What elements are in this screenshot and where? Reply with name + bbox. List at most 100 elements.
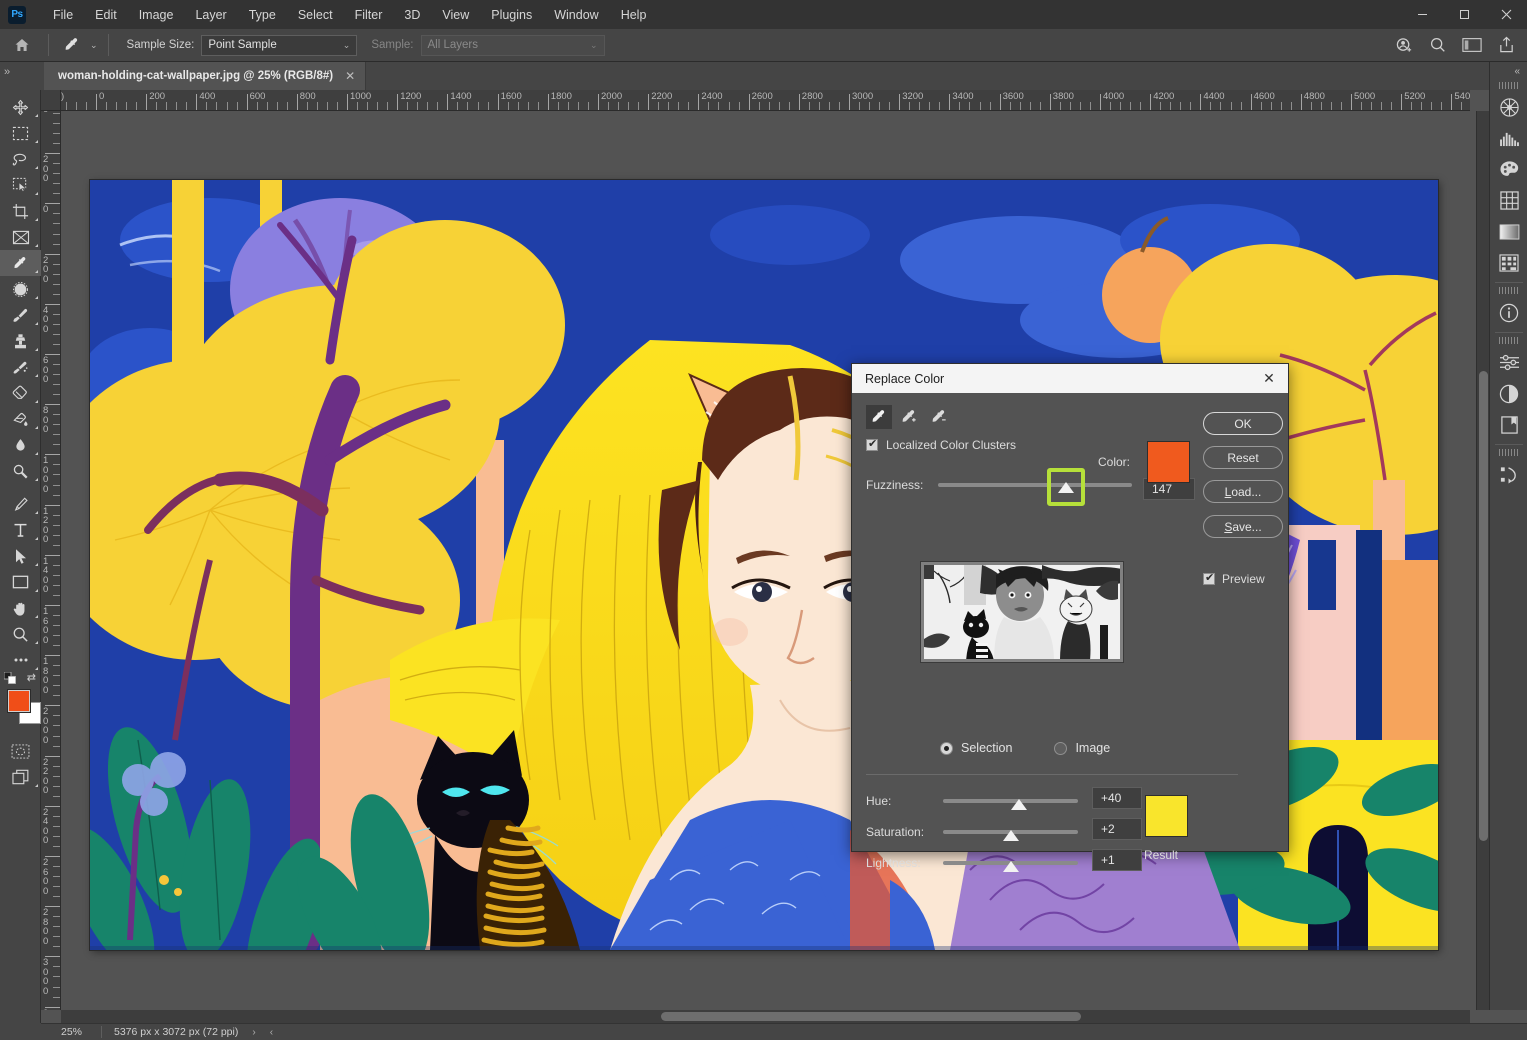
gradients-icon[interactable]	[1490, 216, 1527, 247]
histogram-icon[interactable]	[1490, 123, 1527, 154]
crop-tool[interactable]	[0, 198, 41, 224]
share-user-icon[interactable]	[1389, 32, 1419, 58]
eyedropper-sample-icon[interactable]	[866, 405, 892, 429]
scrollbar-thumb[interactable]	[1479, 371, 1488, 841]
menu-view[interactable]: View	[431, 4, 480, 26]
search-icon[interactable]	[1423, 32, 1453, 58]
eraser-tool[interactable]	[0, 380, 41, 406]
eyedropper-tool[interactable]	[0, 250, 41, 276]
menu-type[interactable]: Type	[238, 4, 287, 26]
status-expand-arrow[interactable]: ›	[238, 1027, 255, 1038]
eyedropper-subtract-icon[interactable]	[926, 405, 952, 429]
type-tool[interactable]	[0, 517, 41, 543]
expand-panels-icon[interactable]: »	[4, 66, 10, 78]
eyedropper-add-icon[interactable]	[896, 405, 922, 429]
sample-select[interactable]: All Layers ⌄	[420, 34, 605, 56]
menu-plugins[interactable]: Plugins	[480, 4, 543, 26]
load-button[interactable]: LLoad...oad...	[1203, 480, 1283, 503]
menu-layer[interactable]: Layer	[184, 4, 237, 26]
panel-grip[interactable]	[1498, 449, 1519, 456]
edit-toolbar-tool[interactable]	[0, 647, 41, 673]
scrollbar-thumb[interactable]	[661, 1012, 1081, 1021]
close-icon[interactable]: ✕	[1256, 367, 1282, 391]
zoom-tool[interactable]	[0, 621, 41, 647]
document-tab[interactable]: woman-holding-cat-wallpaper.jpg @ 25% (R…	[44, 62, 367, 90]
horizontal-scrollbar[interactable]	[61, 1010, 1470, 1023]
selection-preview-thumbnail[interactable]	[920, 561, 1124, 663]
collapse-dock-icon[interactable]: «	[1490, 62, 1527, 80]
saturation-slider-thumb[interactable]	[1002, 830, 1019, 841]
path-selection-tool[interactable]	[0, 543, 41, 569]
rectangle-tool[interactable]	[0, 569, 41, 595]
chevron-down-icon[interactable]: ⌄	[90, 40, 98, 51]
preview-row[interactable]: Preview	[1203, 571, 1265, 586]
menu-filter[interactable]: Filter	[344, 4, 394, 26]
replace-color-dialog[interactable]: Replace Color ✕ Localized Color Clusters	[851, 363, 1289, 872]
radio-image[interactable]: Image	[1054, 741, 1110, 755]
color-swatch[interactable]	[1147, 441, 1190, 483]
close-button[interactable]	[1485, 0, 1527, 29]
preview-checkbox[interactable]	[1203, 571, 1215, 585]
history-brush-tool[interactable]	[0, 354, 41, 380]
radio-selection-dot[interactable]	[940, 741, 953, 755]
libraries-icon[interactable]	[1490, 409, 1527, 440]
screen-mode-icon[interactable]	[0, 764, 41, 790]
lasso-tool[interactable]	[0, 146, 41, 172]
menu-window[interactable]: Window	[543, 4, 609, 26]
lightness-value-field[interactable]: +1	[1092, 849, 1142, 871]
grid-pattern-icon[interactable]	[1490, 185, 1527, 216]
object-selection-tool[interactable]	[0, 172, 41, 198]
workspace-icon[interactable]	[1457, 32, 1487, 58]
blur-tool[interactable]	[0, 432, 41, 458]
color-wheel-icon[interactable]	[1490, 92, 1527, 123]
rectangular-marquee-tool[interactable]	[0, 120, 41, 146]
dodge-tool[interactable]	[0, 458, 41, 484]
quick-mask-icon[interactable]	[0, 738, 41, 764]
localized-color-clusters-checkbox[interactable]	[866, 437, 878, 451]
info-icon[interactable]	[1490, 297, 1527, 328]
move-tool[interactable]	[0, 94, 41, 120]
save-button[interactable]: SSave...ave...	[1203, 515, 1283, 538]
hue-slider-thumb[interactable]	[1010, 799, 1027, 810]
adjustments-icon[interactable]	[1490, 347, 1527, 378]
horizontal-ruler[interactable]: 0 200 400 600 800 1000 1200 1400 1600 1800 2000 220…	[61, 90, 1470, 111]
localized-color-clusters-row[interactable]: Localized Color Clusters	[866, 437, 1016, 452]
lightness-slider-thumb[interactable]	[1002, 861, 1019, 872]
minimize-button[interactable]	[1401, 0, 1443, 29]
default-colors-icon[interactable]	[4, 672, 16, 684]
ok-button[interactable]: OK	[1203, 412, 1283, 435]
swatches-palette-icon[interactable]	[1490, 154, 1527, 185]
zoom-level[interactable]: 25%	[41, 1026, 101, 1038]
radio-image-dot[interactable]	[1054, 741, 1068, 755]
menu-help[interactable]: Help	[610, 4, 658, 26]
reset-button[interactable]: Reset	[1203, 446, 1283, 469]
foreground-color-swatch[interactable]	[7, 689, 31, 713]
vertical-scrollbar[interactable]	[1476, 111, 1489, 1010]
frame-tool[interactable]	[0, 224, 41, 250]
status-collapse-arrow[interactable]: ‹	[256, 1027, 273, 1038]
active-tool-preset[interactable]: ⌄	[53, 32, 104, 58]
menu-3d[interactable]: 3D	[393, 4, 431, 26]
menu-select[interactable]: Select	[287, 4, 344, 26]
maximize-button[interactable]	[1443, 0, 1485, 29]
radio-selection[interactable]: Selection	[940, 741, 1012, 755]
swap-colors-icon[interactable]: ⇄	[27, 671, 36, 684]
home-icon[interactable]	[0, 29, 44, 62]
hand-tool[interactable]	[0, 595, 41, 621]
hue-value-field[interactable]: +40	[1092, 787, 1142, 809]
gradient-tool[interactable]	[0, 406, 41, 432]
menu-image[interactable]: Image	[128, 4, 185, 26]
clone-stamp-tool[interactable]	[0, 328, 41, 354]
close-icon[interactable]: ✕	[345, 69, 355, 83]
export-icon[interactable]	[1491, 32, 1521, 58]
contrast-halfmoon-icon[interactable]	[1490, 378, 1527, 409]
panel-grip[interactable]	[1498, 337, 1519, 344]
brush-tool[interactable]	[0, 302, 41, 328]
ruler-corner[interactable]	[41, 90, 61, 111]
vertical-ruler[interactable]: 0200020040060080010001200140016001800200…	[41, 111, 61, 1010]
menu-file[interactable]: File	[42, 4, 84, 26]
panel-grip[interactable]	[1498, 82, 1519, 89]
sample-size-select[interactable]: Point Sample ⌄	[201, 34, 358, 56]
saturation-value-field[interactable]: +2	[1092, 818, 1142, 840]
pen-tool[interactable]	[0, 491, 41, 517]
